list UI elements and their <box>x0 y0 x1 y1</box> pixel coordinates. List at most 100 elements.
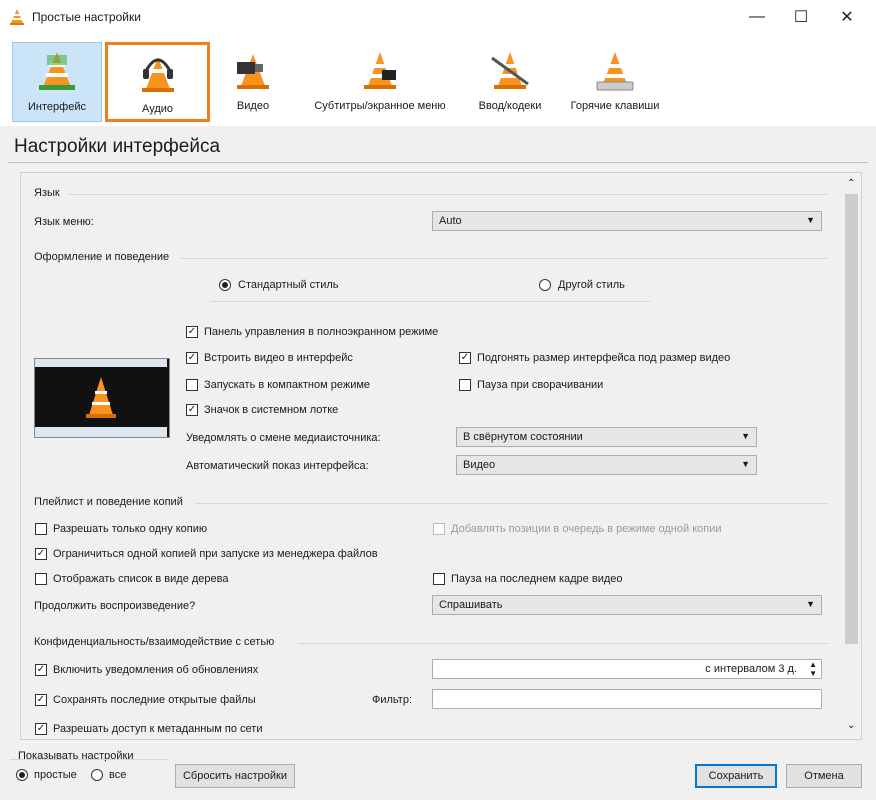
menu-language-combo[interactable]: Auto ▼ <box>432 211 822 231</box>
fullscreen-controls-label: Панель управления в полноэкранном режиме <box>204 326 439 338</box>
group-line <box>195 503 828 504</box>
menu-language-label: Язык меню: <box>34 216 94 228</box>
scroll-thumb[interactable] <box>845 194 858 644</box>
show-simple-label: простые <box>34 769 77 781</box>
resize-interface-checkbox[interactable]: ✓ <box>459 352 471 364</box>
tab-audio-label: Аудио <box>141 103 174 115</box>
compact-mode-checkbox[interactable] <box>186 379 198 391</box>
group-line <box>68 194 828 195</box>
compact-mode-label: Запускать в компактном режиме <box>204 379 371 391</box>
reset-button[interactable]: Сбросить настройки <box>175 764 295 788</box>
group-line <box>10 759 168 760</box>
title-bar: Простые настройки — ☐ ✕ <box>0 0 876 34</box>
notify-value: В свёрнутом состоянии <box>463 431 583 443</box>
updates-interval-spinbox[interactable]: с интервалом 3 д. ▲ ▼ <box>432 659 822 679</box>
show-all-radio[interactable] <box>91 769 103 781</box>
pause-minimized-label: Пауза при сворачивании <box>477 379 604 391</box>
tab-codecs-label: Ввод/кодеки <box>478 100 542 112</box>
enqueue-one-instance-label: Добавлять позиции в очередь в режиме одн… <box>451 523 722 535</box>
recent-files-label: Сохранять последние открытые файлы <box>53 694 256 706</box>
style-other-label: Другой стиль <box>558 279 625 291</box>
cancel-button[interactable]: Отмена <box>786 764 862 788</box>
pause-last-frame-label: Пауза на последнем кадре видео <box>451 573 623 585</box>
one-instance-checkbox[interactable] <box>35 523 47 535</box>
autoshow-label: Автоматический показ интерфейса: <box>186 460 369 472</box>
group-line <box>298 643 828 644</box>
tab-subtitles[interactable]: Субтитры/экранное меню <box>300 42 460 122</box>
file-manager-one-instance-checkbox[interactable]: ✓ <box>35 548 47 560</box>
vlc-cone-headphones-icon <box>141 57 174 92</box>
updates-label: Включить уведомления об обновлениях <box>53 664 259 676</box>
category-toolbar: Интерфейс Аудио Видео Субтитры/экранное … <box>0 34 876 126</box>
chevron-down-icon: ▼ <box>741 431 750 441</box>
vlc-cone-hotkeys-icon <box>596 52 634 91</box>
window-title: Простые настройки <box>32 10 141 24</box>
embed-video-checkbox[interactable]: ✓ <box>186 352 198 364</box>
tab-interface[interactable]: Интерфейс <box>12 42 102 122</box>
group-playlist-title: Плейлист и поведение копий <box>34 496 183 508</box>
style-other-radio[interactable] <box>539 279 551 291</box>
autoshow-combo[interactable]: Видео ▼ <box>456 455 757 475</box>
enqueue-one-instance-checkbox <box>433 523 445 535</box>
scroll-up-icon[interactable]: ⌃ <box>847 178 855 189</box>
continue-value: Спрашивать <box>439 599 503 611</box>
vlc-cone-icon <box>86 377 116 418</box>
file-manager-one-instance-label: Ограничиться одной копией при запуске из… <box>53 548 378 560</box>
group-appearance-title: Оформление и поведение <box>34 251 170 263</box>
embed-video-label: Встроить видео в интерфейс <box>204 352 353 364</box>
chevron-down-icon: ▼ <box>806 599 815 609</box>
fullscreen-controls-checkbox[interactable]: ✓ <box>186 326 198 338</box>
save-button[interactable]: Сохранить <box>695 764 777 788</box>
filter-input[interactable] <box>432 689 822 709</box>
group-privacy-title: Конфиденциальность/взаимодействие с сеть… <box>34 636 275 648</box>
tab-audio[interactable]: Аудио <box>105 42 210 122</box>
close-icon[interactable]: ✕ <box>824 0 870 34</box>
tree-view-label: Отображать список в виде дерева <box>53 573 229 585</box>
vlc-cone-icon <box>10 9 24 25</box>
heading-divider <box>8 162 868 163</box>
show-settings-label: Показывать настройки <box>18 750 134 762</box>
maximize-icon[interactable]: ☐ <box>778 0 824 34</box>
pause-minimized-checkbox[interactable] <box>459 379 471 391</box>
tab-video-label: Видео <box>236 100 270 112</box>
systray-icon-checkbox[interactable]: ✓ <box>186 404 198 416</box>
updates-checkbox[interactable]: ✓ <box>35 664 47 676</box>
chevron-down-icon: ▼ <box>806 215 815 225</box>
pause-last-frame-checkbox[interactable] <box>433 573 445 585</box>
interface-preview-image <box>34 358 170 438</box>
filter-label: Фильтр: <box>372 694 413 706</box>
autoshow-value: Видео <box>463 459 496 471</box>
chevron-down-icon: ▼ <box>741 459 750 469</box>
minimize-icon[interactable]: — <box>734 0 780 34</box>
notify-combo[interactable]: В свёрнутом состоянии ▼ <box>456 427 757 447</box>
show-simple-radio[interactable] <box>16 769 28 781</box>
scroll-down-icon[interactable]: ⌄ <box>847 720 855 731</box>
style-divider <box>210 301 650 302</box>
tab-hotkeys-label: Горячие клавиши <box>570 100 660 112</box>
resize-interface-label: Подгонять размер интерфейса под размер в… <box>477 352 731 364</box>
tab-subtitles-label: Субтитры/экранное меню <box>314 100 446 112</box>
tree-view-checkbox[interactable] <box>35 573 47 585</box>
notify-label: Уведомлять о смене медиаисточника: <box>186 432 381 444</box>
group-line <box>180 258 828 259</box>
updates-interval-value: с интервалом 3 д. <box>705 663 797 675</box>
spinner-arrows-icon[interactable]: ▲ ▼ <box>809 660 817 678</box>
vlc-cone-interface-icon <box>39 52 75 90</box>
show-all-label: все <box>109 769 127 781</box>
tab-video[interactable]: Видео <box>218 42 288 122</box>
group-language-title: Язык <box>34 187 60 199</box>
vlc-cone-codecs-icon <box>491 52 529 89</box>
metadata-access-label: Разрешать доступ к метаданным по сети <box>53 723 263 735</box>
tab-codecs[interactable]: Ввод/кодеки <box>468 42 552 122</box>
one-instance-label: Разрешать только одну копию <box>53 523 208 535</box>
style-standard-radio[interactable] <box>219 279 231 291</box>
style-standard-label: Стандартный стиль <box>238 279 339 291</box>
tab-hotkeys[interactable]: Горячие клавиши <box>560 42 670 122</box>
vlc-cone-video-icon <box>237 54 269 89</box>
recent-files-checkbox[interactable]: ✓ <box>35 694 47 706</box>
continue-label: Продолжить воспроизведение? <box>34 600 196 612</box>
systray-icon-label: Значок в системном лотке <box>204 404 339 416</box>
vlc-cone-subtitles-icon <box>364 52 396 89</box>
metadata-access-checkbox[interactable]: ✓ <box>35 723 47 735</box>
continue-combo[interactable]: Спрашивать ▼ <box>432 595 822 615</box>
